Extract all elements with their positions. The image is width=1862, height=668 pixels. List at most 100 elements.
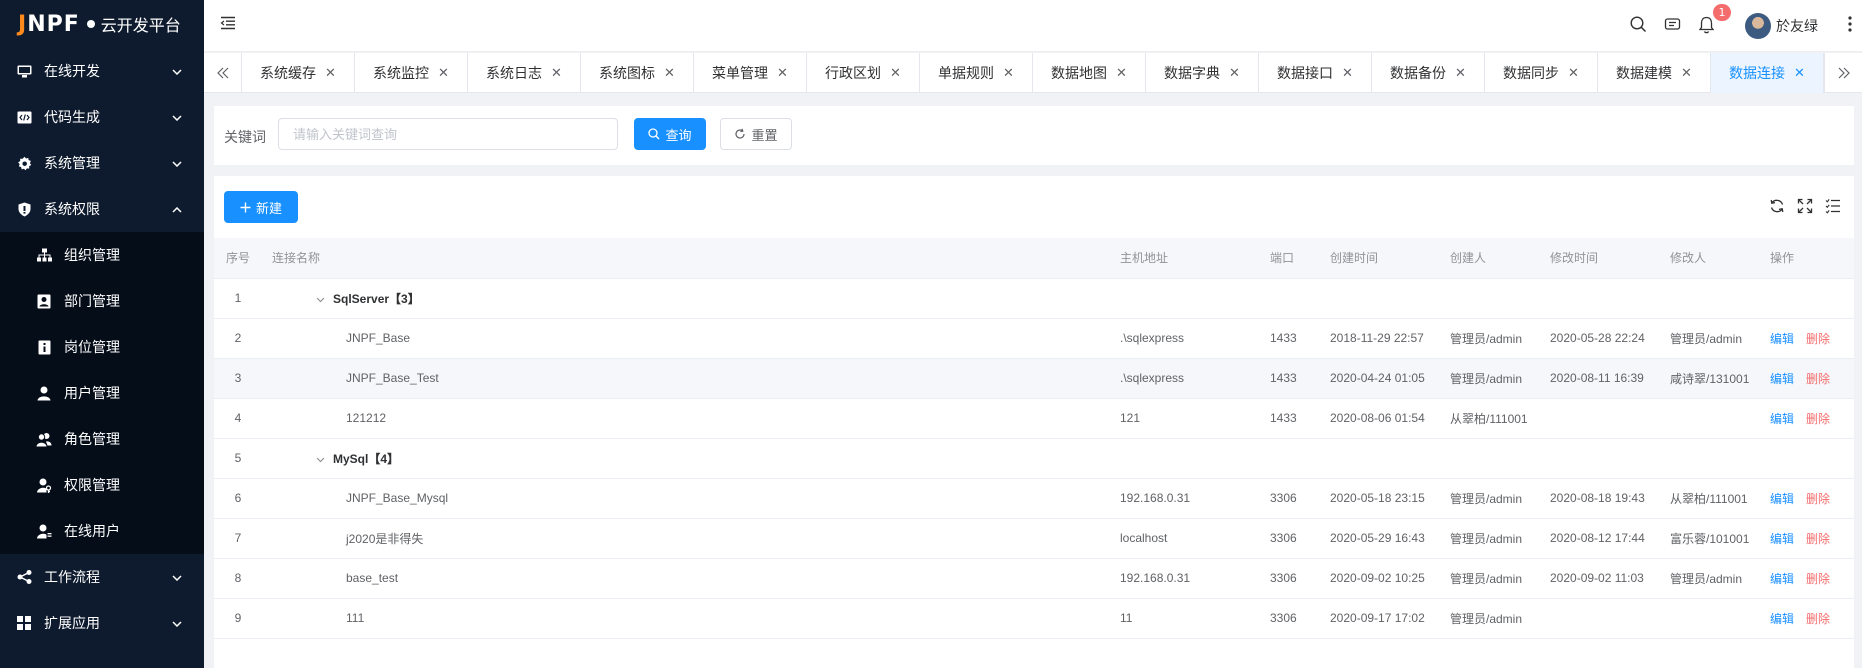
edit-link[interactable]: 编辑: [1770, 492, 1794, 506]
delete-link[interactable]: 删除: [1806, 492, 1830, 506]
close-icon[interactable]: ✕: [1229, 66, 1240, 81]
tabs-scroll-left-icon[interactable]: [204, 53, 242, 93]
edit-link[interactable]: 编辑: [1770, 332, 1794, 346]
sidebar-menu-label: 系统权限: [44, 202, 100, 218]
edit-link[interactable]: 编辑: [1770, 372, 1794, 386]
search-icon[interactable]: [1630, 16, 1648, 34]
sidebar-item-org[interactable]: 组织管理: [0, 232, 204, 278]
more-vertical-icon[interactable]: [1848, 16, 1854, 34]
close-icon[interactable]: ✕: [325, 66, 336, 81]
connection-name: JNPF_Base_Test: [262, 358, 1110, 399]
sidebar-item-permission[interactable]: 权限管理: [0, 462, 204, 508]
table-row[interactable]: 9 111 11 3306 2020-09-17 17:02 管理员/admin 编辑 删除: [214, 598, 1854, 639]
cell-created: 2020-05-29 16:43: [1320, 518, 1440, 559]
close-icon[interactable]: ✕: [1116, 66, 1127, 81]
sidebar-item-dept[interactable]: 部门管理: [0, 278, 204, 324]
tab-item[interactable]: 行政区划 ✕: [807, 53, 920, 93]
table-row[interactable]: 7 j2020是非得失 localhost 3306 2020-05-29 16:43 管…: [214, 518, 1854, 559]
message-icon[interactable]: [1664, 16, 1682, 34]
close-icon[interactable]: ✕: [1568, 66, 1579, 81]
close-icon[interactable]: ✕: [1681, 66, 1692, 81]
tab-item[interactable]: 数据接口 ✕: [1259, 53, 1372, 93]
table-row[interactable]: 4 121212 121 1433 2020-08-06 01:54 从翠柏/111001…: [214, 398, 1854, 439]
table-group-row[interactable]: 5 MySql【4】: [214, 438, 1854, 479]
delete-link[interactable]: 删除: [1806, 532, 1830, 546]
tab-item[interactable]: 数据建模 ✕: [1598, 53, 1711, 93]
table-row[interactable]: 8 base_test 192.168.0.31 3306 2020-09-02 10:…: [214, 558, 1854, 599]
column-header: 修改人: [1660, 238, 1760, 279]
cell-port: 3306: [1260, 478, 1320, 519]
menu-fold-icon[interactable]: [220, 16, 238, 34]
sidebar-menu-code-gen[interactable]: 代码生成: [0, 94, 204, 140]
logo: JNPF 云开发平台: [0, 0, 204, 48]
delete-link[interactable]: 删除: [1806, 372, 1830, 386]
edit-link[interactable]: 编辑: [1770, 612, 1794, 626]
table-group-row[interactable]: 1 SqlServer【3】: [214, 278, 1854, 319]
post-icon: [36, 339, 52, 355]
chevron-down-icon[interactable]: [316, 292, 325, 306]
sidebar-item-role[interactable]: 角色管理: [0, 416, 204, 462]
table-row[interactable]: 2 JNPF_Base .\sqlexpress 1433 2018-11-29 22:…: [214, 318, 1854, 359]
reset-button[interactable]: 重置: [720, 118, 792, 150]
edit-link[interactable]: 编辑: [1770, 412, 1794, 426]
close-icon[interactable]: ✕: [1003, 66, 1014, 81]
tab-item[interactable]: 数据地图 ✕: [1033, 53, 1146, 93]
close-icon[interactable]: ✕: [664, 66, 675, 81]
tab-item[interactable]: 数据备份 ✕: [1372, 53, 1485, 93]
tab-label: 系统监控: [373, 66, 430, 82]
sidebar-item-post[interactable]: 岗位管理: [0, 324, 204, 370]
column-settings-icon[interactable]: [1825, 198, 1841, 214]
table-row[interactable]: 6 JNPF_Base_Mysql 192.168.0.31 3306 2020-05-…: [214, 478, 1854, 519]
sidebar-item-user[interactable]: 用户管理: [0, 370, 204, 416]
fullscreen-icon[interactable]: [1797, 198, 1813, 214]
tab-label: 数据备份: [1390, 66, 1447, 82]
sidebar-menu-system-permission[interactable]: 系统权限: [0, 186, 204, 232]
close-icon[interactable]: ✕: [890, 66, 901, 81]
new-button[interactable]: 新建: [224, 191, 298, 223]
row-actions: 编辑 删除: [1760, 358, 1854, 399]
tab-item[interactable]: 系统图标 ✕: [581, 53, 694, 93]
chevron-down-icon[interactable]: [316, 452, 325, 466]
tab-item[interactable]: 数据字典 ✕: [1146, 53, 1259, 93]
edit-link[interactable]: 编辑: [1770, 572, 1794, 586]
tab-item[interactable]: 系统日志 ✕: [468, 53, 581, 93]
tab-item[interactable]: 数据同步 ✕: [1485, 53, 1598, 93]
avatar[interactable]: [1745, 13, 1771, 39]
refresh-icon: [734, 128, 746, 140]
tab-item[interactable]: 系统缓存 ✕: [242, 53, 355, 93]
sidebar-menu-extensions[interactable]: 扩展应用: [0, 600, 204, 646]
username[interactable]: 於友绿: [1776, 16, 1818, 36]
cell-creator: 管理员/admin: [1440, 598, 1540, 639]
tab-item[interactable]: 单据规则 ✕: [920, 53, 1033, 93]
edit-link[interactable]: 编辑: [1770, 532, 1794, 546]
close-icon[interactable]: ✕: [777, 66, 788, 81]
reset-button-label: 重置: [751, 128, 778, 144]
tab-item[interactable]: 数据连接 ✕: [1711, 53, 1824, 93]
delete-link[interactable]: 删除: [1806, 572, 1830, 586]
brand-letter: J: [18, 11, 28, 37]
close-icon[interactable]: ✕: [438, 66, 449, 81]
bell-icon[interactable]: [1698, 16, 1716, 34]
close-icon[interactable]: ✕: [1794, 66, 1805, 81]
tab-item[interactable]: 系统监控 ✕: [355, 53, 468, 93]
close-icon[interactable]: ✕: [1455, 66, 1466, 81]
delete-link[interactable]: 删除: [1806, 612, 1830, 626]
delete-link[interactable]: 删除: [1806, 412, 1830, 426]
delete-link[interactable]: 删除: [1806, 332, 1830, 346]
query-button[interactable]: 查询: [634, 118, 706, 150]
table-row[interactable]: 3 JNPF_Base_Test .\sqlexpress 1433 2020-04-2…: [214, 358, 1854, 399]
keyword-label: 关键词: [224, 130, 266, 146]
sidebar-menu-workflow[interactable]: 工作流程: [0, 554, 204, 600]
table-header-row: 序号 连接名称 主机地址 端口 创建时间 创建人 修改时间 修改人 操作: [214, 238, 1854, 279]
sidebar-item-online-user[interactable]: 在线用户: [0, 508, 204, 554]
share-icon: [16, 569, 32, 585]
chevron-down-icon: [172, 615, 182, 631]
sidebar-menu-online-dev[interactable]: 在线开发: [0, 48, 204, 94]
refresh-icon[interactable]: [1769, 198, 1785, 214]
tabs-scroll-right-icon[interactable]: [1824, 53, 1862, 93]
close-icon[interactable]: ✕: [551, 66, 562, 81]
tab-item[interactable]: 菜单管理 ✕: [694, 53, 807, 93]
keyword-input[interactable]: [278, 118, 618, 150]
close-icon[interactable]: ✕: [1342, 66, 1353, 81]
sidebar-menu-system-manage[interactable]: 系统管理: [0, 140, 204, 186]
